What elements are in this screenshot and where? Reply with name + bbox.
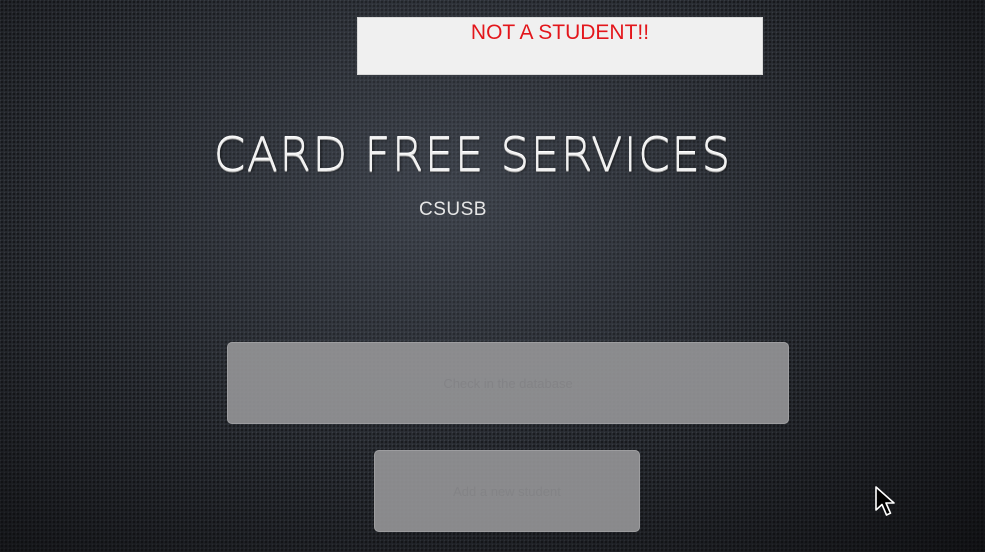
page-subtitle: CSUSB	[419, 199, 487, 220]
check-database-label: Check in the database	[443, 375, 573, 391]
alert-message: NOT A STUDENT!!	[470, 21, 650, 44]
add-student-label: Add a new student	[453, 483, 561, 499]
alert-box: NOT A STUDENT!!	[357, 17, 763, 75]
mouse-pointer-icon	[875, 486, 895, 516]
page-title: CARD FREE SERVICES	[213, 128, 732, 182]
check-database-button[interactable]: Check in the database	[227, 342, 789, 424]
add-student-button[interactable]: Add a new student	[374, 450, 640, 532]
